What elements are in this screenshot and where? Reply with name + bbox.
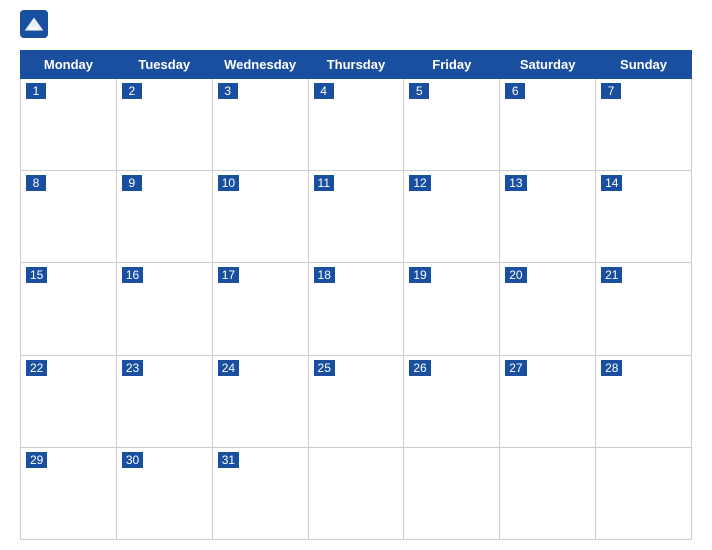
date-number: 3: [218, 83, 238, 99]
date-number: 26: [409, 360, 430, 376]
date-number: 28: [601, 360, 622, 376]
calendar-cell: 7: [596, 79, 692, 171]
calendar-cell: 2: [116, 79, 212, 171]
calendar-cell: 27: [500, 355, 596, 447]
calendar-cell: 20: [500, 263, 596, 355]
date-number: 16: [122, 267, 143, 283]
calendar-cell: 1: [21, 79, 117, 171]
calendar-cell: 3: [212, 79, 308, 171]
calendar-cell: 10: [212, 171, 308, 263]
calendar-cell: 31: [212, 447, 308, 539]
calendar-cell: 19: [404, 263, 500, 355]
date-number: 1: [26, 83, 46, 99]
calendar-cell: 8: [21, 171, 117, 263]
date-number: 15: [26, 267, 47, 283]
date-number: 22: [26, 360, 47, 376]
header-day-friday: Friday: [404, 51, 500, 79]
date-number: 29: [26, 452, 47, 468]
calendar-cell: 12: [404, 171, 500, 263]
generalblue-icon: [20, 10, 48, 38]
calendar-cell: [404, 447, 500, 539]
calendar-cell: 26: [404, 355, 500, 447]
calendar-week-1: 1 2 3 4 5 6 7: [21, 79, 692, 171]
calendar-cell: 14: [596, 171, 692, 263]
calendar-cell: [500, 447, 596, 539]
calendar-cell: 21: [596, 263, 692, 355]
calendar-header: MondayTuesdayWednesdayThursdayFridaySatu…: [21, 51, 692, 79]
calendar-week-4: 22 23 24 25 26 27 28: [21, 355, 692, 447]
calendar-cell: [596, 447, 692, 539]
header-day-monday: Monday: [21, 51, 117, 79]
date-number: 27: [505, 360, 526, 376]
calendar-cell: 4: [308, 79, 404, 171]
calendar-week-5: 29 30 31: [21, 447, 692, 539]
date-number: 7: [601, 83, 621, 99]
date-number: 18: [314, 267, 335, 283]
date-number: 25: [314, 360, 335, 376]
date-number: 17: [218, 267, 239, 283]
date-number: 23: [122, 360, 143, 376]
calendar-cell: 18: [308, 263, 404, 355]
date-number: 20: [505, 267, 526, 283]
calendar-cell: 9: [116, 171, 212, 263]
date-number: 13: [505, 175, 526, 191]
date-number: 4: [314, 83, 334, 99]
date-number: 12: [409, 175, 430, 191]
date-number: 31: [218, 452, 239, 468]
header-row: MondayTuesdayWednesdayThursdayFridaySatu…: [21, 51, 692, 79]
calendar-cell: 28: [596, 355, 692, 447]
date-number: 10: [218, 175, 239, 191]
calendar-cell: 5: [404, 79, 500, 171]
date-number: 21: [601, 267, 622, 283]
date-number: 19: [409, 267, 430, 283]
calendar-cell: 23: [116, 355, 212, 447]
calendar-cell: 29: [21, 447, 117, 539]
calendar-body: 1234567891011121314151617181920212223242…: [21, 79, 692, 540]
calendar-cell: 24: [212, 355, 308, 447]
header-day-sunday: Sunday: [596, 51, 692, 79]
calendar-cell: 25: [308, 355, 404, 447]
date-number: 2: [122, 83, 142, 99]
date-number: 8: [26, 175, 46, 191]
calendar-cell: 17: [212, 263, 308, 355]
date-number: 5: [409, 83, 429, 99]
date-number: 11: [314, 175, 334, 191]
calendar-cell: [308, 447, 404, 539]
date-number: 24: [218, 360, 239, 376]
header-day-wednesday: Wednesday: [212, 51, 308, 79]
header-day-tuesday: Tuesday: [116, 51, 212, 79]
calendar-cell: 15: [21, 263, 117, 355]
calendar-cell: 30: [116, 447, 212, 539]
calendar-cell: 11: [308, 171, 404, 263]
header-day-saturday: Saturday: [500, 51, 596, 79]
calendar-cell: 16: [116, 263, 212, 355]
date-number: 30: [122, 452, 143, 468]
logo-header: [20, 10, 692, 38]
calendar-week-2: 8 9 10 11 12 13 14: [21, 171, 692, 263]
calendar-cell: 6: [500, 79, 596, 171]
calendar-table: MondayTuesdayWednesdayThursdayFridaySatu…: [20, 50, 692, 540]
logo: [20, 10, 52, 38]
header-day-thursday: Thursday: [308, 51, 404, 79]
date-number: 14: [601, 175, 622, 191]
date-number: 9: [122, 175, 142, 191]
calendar-week-3: 15 16 17 18 19 20 21: [21, 263, 692, 355]
calendar-cell: 13: [500, 171, 596, 263]
calendar-cell: 22: [21, 355, 117, 447]
date-number: 6: [505, 83, 525, 99]
